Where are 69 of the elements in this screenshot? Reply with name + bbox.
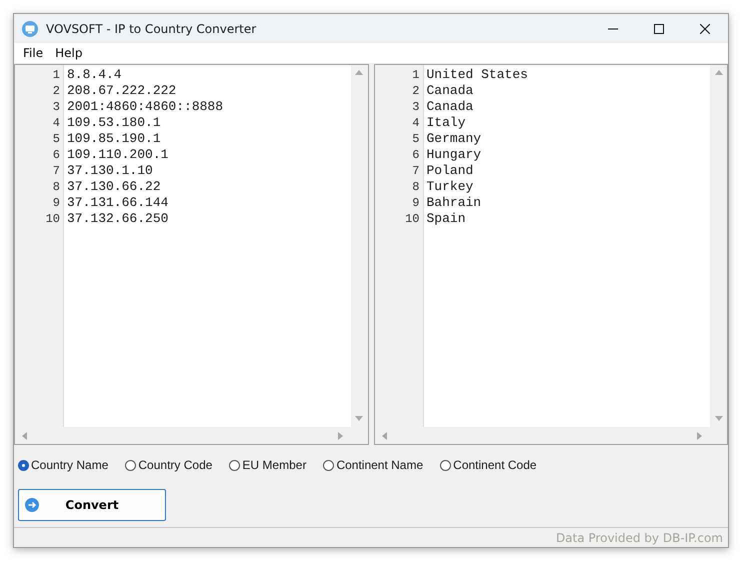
scroll-left-arrow-icon[interactable] bbox=[380, 432, 388, 440]
line-number: 10 bbox=[44, 211, 61, 227]
ip-input-editor[interactable]: 1 2 3 4 5 6 7 8 9 10 8.8.4.4 208.67.222.222 2001:4860:4860::8888 109.53.180.1 109.85.190.1 109.110.200.1 37.130.1.10 37.130.66.22 37.131.66.144 37.132.66.250 bbox=[14, 64, 368, 445]
line-number: 9 bbox=[411, 195, 420, 211]
text-line: Canada bbox=[426, 83, 474, 99]
scroll-down-arrow-icon[interactable] bbox=[714, 415, 722, 423]
scroll-left-arrow-icon[interactable] bbox=[21, 432, 29, 440]
text-line: 109.110.200.1 bbox=[67, 147, 170, 163]
app-icon bbox=[22, 20, 38, 36]
radio-option[interactable]: Country Code bbox=[125, 458, 212, 472]
text-line: 37.131.66.144 bbox=[67, 195, 170, 211]
radio-icon[interactable] bbox=[125, 460, 136, 470]
window-title: VOVSOFT - IP to Country Converter bbox=[46, 22, 258, 36]
line-number: 2 bbox=[411, 83, 420, 99]
maximize-icon bbox=[654, 24, 664, 34]
status-text: Data Provided by DB-IP.com bbox=[556, 530, 723, 544]
line-number: 1 bbox=[52, 67, 61, 83]
radio-icon[interactable] bbox=[229, 460, 240, 470]
line-number: 3 bbox=[52, 99, 61, 115]
line-number: 8 bbox=[411, 179, 420, 195]
radio-icon[interactable] bbox=[323, 460, 334, 470]
radio-option[interactable]: Continent Name bbox=[323, 458, 424, 472]
line-number: 4 bbox=[411, 115, 420, 131]
text-line: Italy bbox=[426, 115, 467, 131]
scroll-up-arrow-icon[interactable] bbox=[355, 69, 363, 77]
line-number: 4 bbox=[52, 115, 61, 131]
text-line: 37.130.66.22 bbox=[67, 179, 162, 195]
text-line: 37.130.1.10 bbox=[67, 163, 154, 179]
text-line: Canada bbox=[426, 99, 474, 115]
line-number: 6 bbox=[52, 147, 61, 163]
text-line: United States bbox=[426, 67, 529, 83]
text-line: 109.85.190.1 bbox=[67, 131, 162, 147]
convert-button[interactable]: Convert bbox=[18, 489, 166, 521]
scroll-right-arrow-icon[interactable] bbox=[696, 432, 704, 440]
country-output-editor[interactable]: 1 2 3 4 5 6 7 8 9 10 United States Canada Canada Italy Germany Hungary Poland Turkey Bahrain Spain bbox=[374, 64, 728, 445]
text-line: Spain bbox=[426, 211, 467, 227]
text-line: Bahrain bbox=[426, 195, 482, 211]
line-number: 5 bbox=[52, 131, 61, 147]
text-line: 8.8.4.4 bbox=[67, 67, 123, 83]
text-line: Poland bbox=[426, 163, 474, 179]
radio-option[interactable]: Country Name bbox=[18, 458, 108, 472]
line-number: 5 bbox=[411, 131, 420, 147]
text-line: Turkey bbox=[426, 179, 474, 195]
menu-item[interactable]: Help bbox=[50, 46, 88, 60]
line-number: 10 bbox=[404, 211, 420, 227]
scroll-down-arrow-icon[interactable] bbox=[355, 415, 363, 423]
line-number: 7 bbox=[52, 163, 61, 179]
line-number: 9 bbox=[52, 195, 61, 211]
line-number: 3 bbox=[411, 99, 420, 115]
radio-icon[interactable] bbox=[18, 460, 29, 470]
text-line: Germany bbox=[426, 131, 482, 147]
radio-option[interactable]: EU Member bbox=[229, 458, 306, 472]
scroll-right-arrow-icon[interactable] bbox=[336, 432, 344, 440]
menu-item[interactable]: File bbox=[18, 46, 48, 60]
scroll-up-arrow-icon[interactable] bbox=[714, 69, 722, 77]
arrow-right-icon bbox=[25, 498, 39, 512]
text-line: 2001:4860:4860::8888 bbox=[67, 99, 224, 115]
line-number: 7 bbox=[411, 163, 420, 179]
text-line: 109.53.180.1 bbox=[67, 115, 162, 131]
line-number: 2 bbox=[52, 83, 61, 99]
line-number: 1 bbox=[411, 67, 420, 83]
close-icon bbox=[700, 24, 710, 34]
line-number: 6 bbox=[411, 147, 420, 163]
line-number: 8 bbox=[52, 179, 61, 195]
radio-icon[interactable] bbox=[440, 460, 452, 470]
text-line: Hungary bbox=[426, 147, 482, 163]
text-line: 208.67.222.222 bbox=[67, 83, 178, 99]
radio-option[interactable]: Continent Code bbox=[440, 458, 537, 472]
text-line: 37.132.66.250 bbox=[67, 211, 170, 227]
